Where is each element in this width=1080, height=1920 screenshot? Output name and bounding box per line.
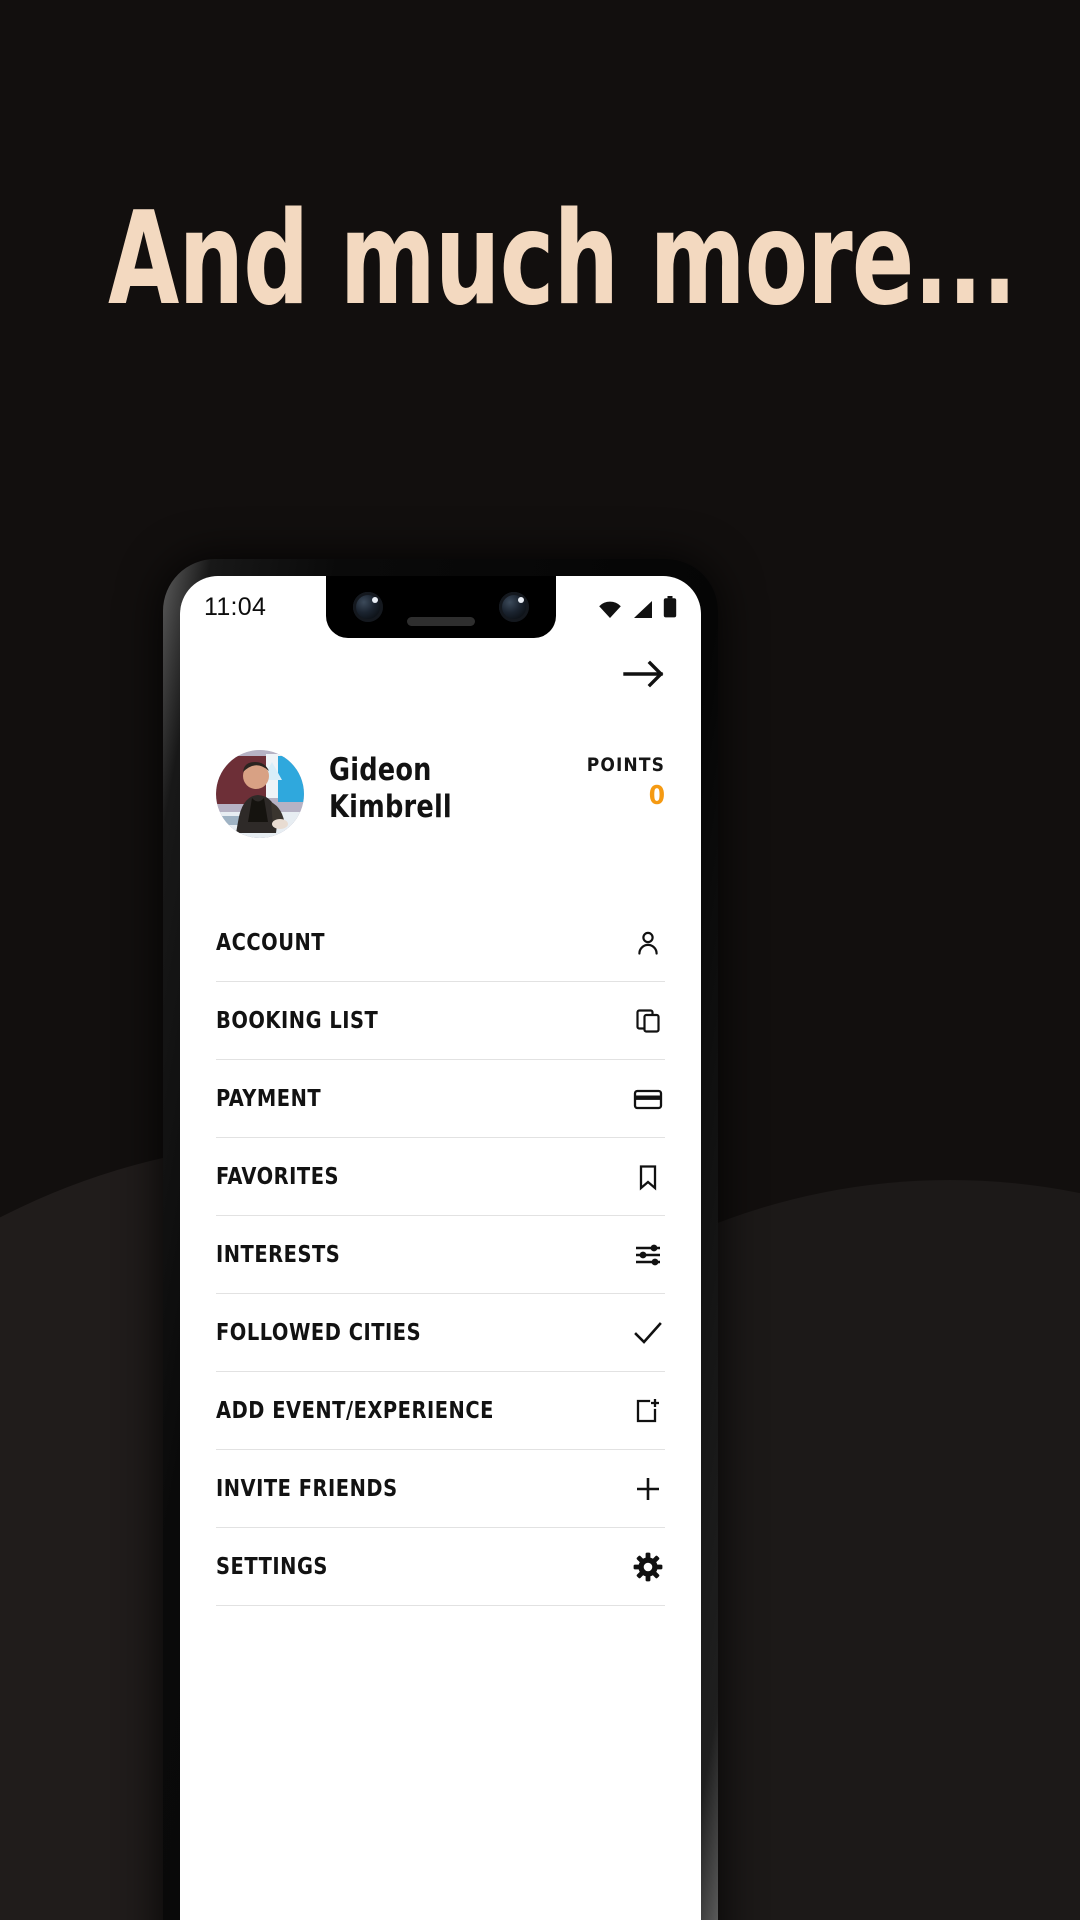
menu-item-add-event-experience[interactable]: ADD EVENT/EXPERIENCE [216,1372,665,1450]
sliders-icon [631,1238,665,1272]
person-icon [631,926,665,960]
credit-card-icon [631,1082,665,1116]
status-time: 11:04 [204,592,267,621]
points-value: 0 [648,781,665,811]
wifi-icon [598,598,622,618]
copy-icon [631,1004,665,1038]
add-frame-icon [631,1394,665,1428]
menu-item-label: SETTINGS [216,1553,328,1580]
avatar [216,750,304,838]
menu-item-label: FAVORITES [216,1163,340,1190]
bookmark-icon [631,1160,665,1194]
status-icon-group [598,596,677,618]
back-arrow-button[interactable] [621,656,667,692]
menu-item-label: INVITE FRIENDS [216,1475,398,1502]
menu-item-label: ACCOUNT [216,930,326,956]
plus-icon [631,1472,665,1506]
menu-item-invite-friends[interactable]: INVITE FRIENDS [216,1450,665,1528]
battery-icon [663,596,677,618]
menu-item-favorites[interactable]: FAVORITES [216,1138,665,1216]
profile-first-name: Gideon [329,752,432,788]
phone-bezel: 11:04 Gideon Kimbrell POINTS 0 ACCOUNT B… [180,576,701,1920]
page-title: And much more... [108,185,1017,334]
signal-icon [631,598,654,618]
menu-item-label: INTERESTS [216,1241,341,1268]
account-menu-list: ACCOUNT BOOKING LIST PAYMENT FAVORITES I… [180,904,701,1606]
check-icon [631,1316,665,1350]
gear-icon [631,1550,665,1584]
profile-row[interactable]: Gideon Kimbrell POINTS 0 [180,750,701,838]
menu-item-account[interactable]: ACCOUNT [216,904,665,982]
menu-item-payment[interactable]: PAYMENT [216,1060,665,1138]
app-screen: 11:04 Gideon Kimbrell POINTS 0 ACCOUNT B… [180,576,701,1920]
menu-item-followed-cities[interactable]: FOLLOWED CITIES [216,1294,665,1372]
menu-item-label: FOLLOWED CITIES [216,1319,422,1346]
points-label: POINTS [586,754,665,776]
menu-item-settings[interactable]: SETTINGS [216,1528,665,1606]
menu-item-interests[interactable]: INTERESTS [216,1216,665,1294]
menu-item-label: ADD EVENT/EXPERIENCE [216,1397,494,1424]
menu-item-label: BOOKING LIST [216,1007,379,1034]
menu-item-booking-list[interactable]: BOOKING LIST [216,982,665,1060]
profile-name: Gideon Kimbrell [329,752,452,826]
status-bar: 11:04 [180,576,701,638]
points-block: POINTS 0 [587,750,665,811]
promo-screenshot: And much more... 11:04 Gideon Kimbrell P… [0,0,1080,1920]
phone-mockup: 11:04 Gideon Kimbrell POINTS 0 ACCOUNT B… [163,559,718,1920]
profile-last-name: Kimbrell [329,789,452,825]
menu-item-label: PAYMENT [216,1085,322,1112]
